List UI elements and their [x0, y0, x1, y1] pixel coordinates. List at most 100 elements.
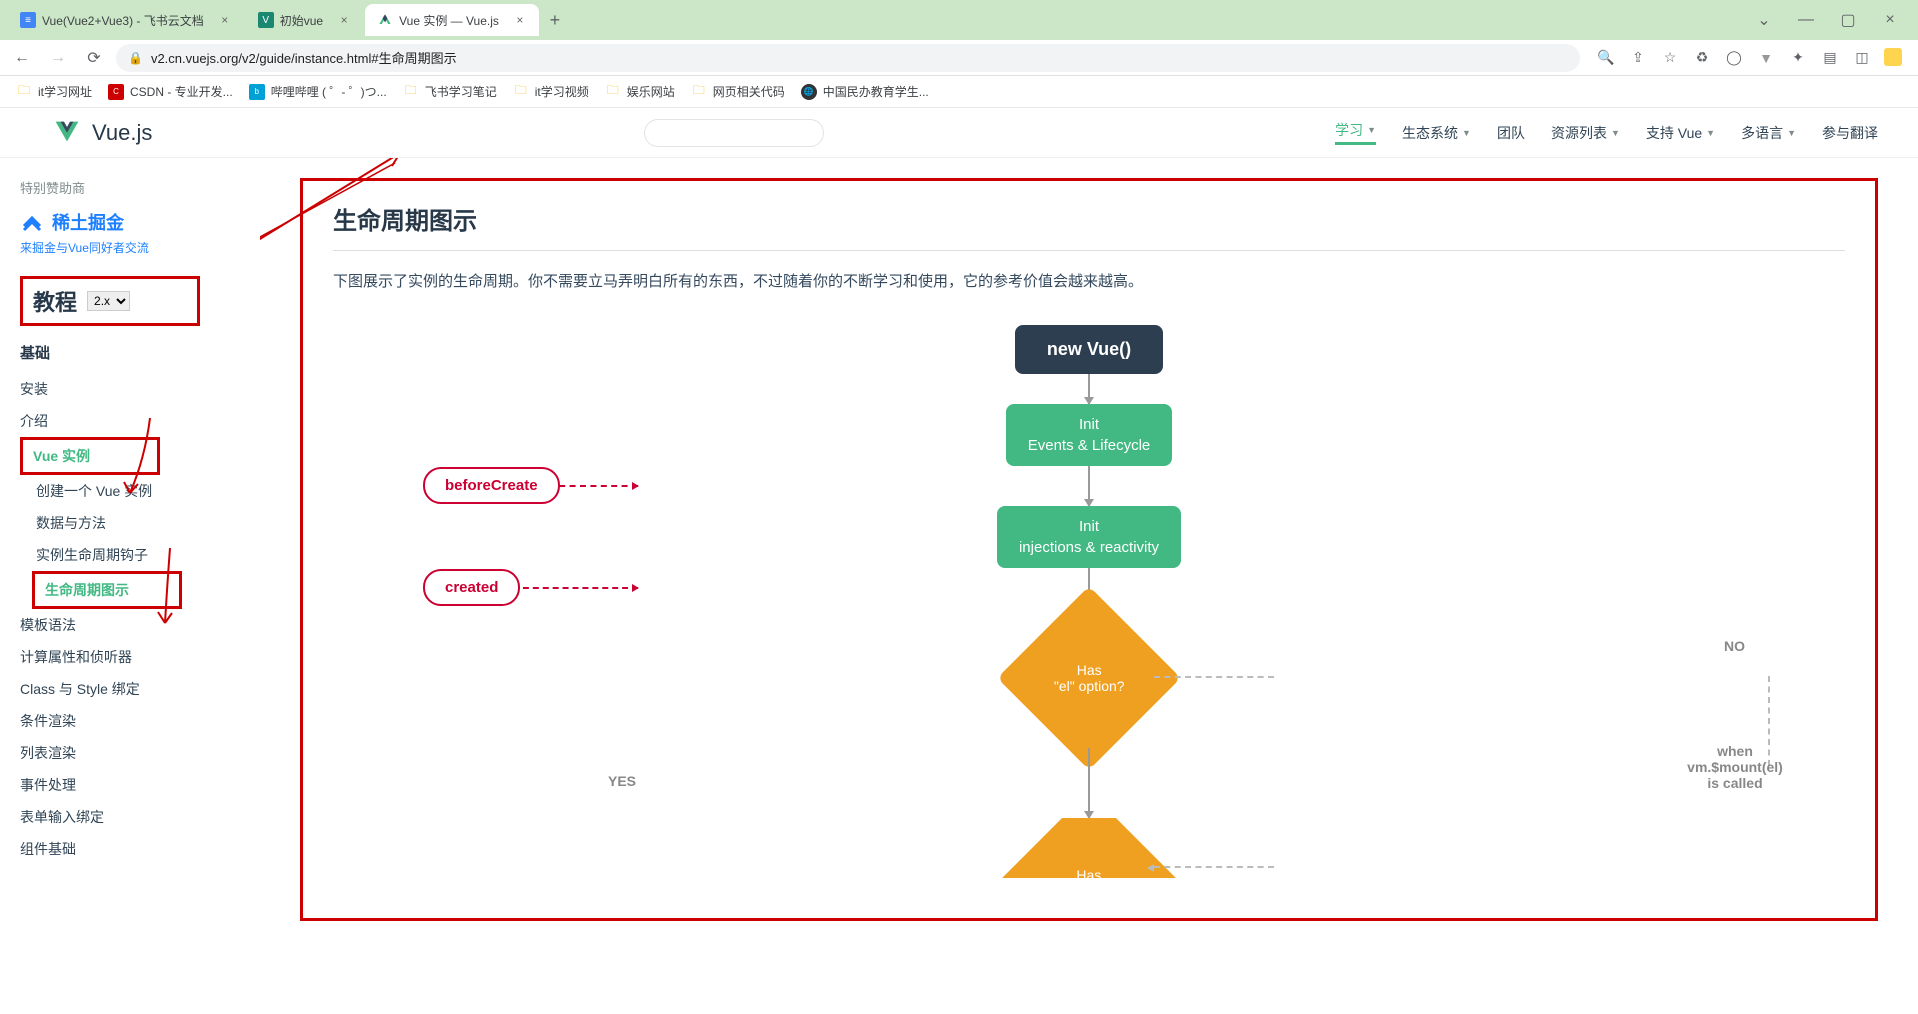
- sidebar-item-intro[interactable]: 介绍: [20, 405, 260, 437]
- sidebar-sub-create[interactable]: 创建一个 Vue 实例: [36, 475, 260, 507]
- diagram-text: when: [1717, 743, 1753, 759]
- bookmark-item[interactable]: b哔哩哔哩 ( ゜- ゜)つ...: [249, 83, 387, 100]
- minimize-icon[interactable]: —: [1794, 8, 1818, 32]
- site-logo[interactable]: Vue.js: [52, 118, 152, 148]
- url-text: v2.cn.vuejs.org/v2/guide/instance.html#生…: [151, 48, 457, 67]
- sponsor-name: 稀土掘金: [52, 209, 124, 235]
- diagram-text: "el" option?: [1054, 678, 1125, 694]
- diagram-node-new-vue: new Vue(): [1015, 325, 1163, 374]
- sidebar-item-conditional[interactable]: 条件渲染: [20, 705, 260, 737]
- diagram-text: vm.$mount(el): [1687, 759, 1783, 775]
- forward-button[interactable]: →: [44, 44, 72, 72]
- sidebar-subsection: 创建一个 Vue 实例 数据与方法 实例生命周期钩子: [20, 475, 260, 571]
- maximize-icon[interactable]: ▢: [1836, 8, 1860, 32]
- brand-text: Vue.js: [92, 120, 152, 146]
- close-icon[interactable]: ×: [337, 13, 351, 27]
- profile-icon[interactable]: [1884, 48, 1902, 66]
- diagram-text: injections & reactivity: [1019, 539, 1159, 556]
- sidebar-item-instance[interactable]: Vue 实例: [20, 437, 160, 475]
- version-select[interactable]: 2.x: [87, 291, 130, 311]
- sidepanel-icon[interactable]: ◫: [1852, 48, 1872, 68]
- nav-team[interactable]: 团队: [1497, 120, 1525, 145]
- close-icon[interactable]: ×: [1878, 8, 1902, 32]
- close-icon[interactable]: ×: [513, 13, 527, 27]
- bookmarks-bar: 🗀it学习网址 CCSDN - 专业开发... b哔哩哔哩 ( ゜- ゜)つ..…: [0, 76, 1918, 108]
- sponsor-sub[interactable]: 来掘金与Vue同好者交流: [20, 239, 260, 256]
- bookmark-label: 娱乐网站: [627, 83, 675, 100]
- window-controls: ⌄ — ▢ ×: [1752, 8, 1910, 32]
- nav-lang[interactable]: 多语言▼: [1741, 120, 1796, 145]
- intro-paragraph: 下图展示了实例的生命周期。你不需要立马弄明白所有的东西，不过随着你的不断学习和使…: [333, 269, 1845, 295]
- sidebar-sub-hooks[interactable]: 实例生命周期钩子: [36, 539, 260, 571]
- back-button[interactable]: ←: [8, 44, 36, 72]
- chevron-down-icon: ▼: [1706, 128, 1715, 138]
- reload-button[interactable]: ⟳: [80, 44, 108, 72]
- nav-resources[interactable]: 资源列表▼: [1551, 120, 1620, 145]
- section-title: 基础: [20, 342, 260, 363]
- reading-list-icon[interactable]: ▤: [1820, 48, 1840, 68]
- bookmark-item[interactable]: 🗀娱乐网站: [605, 83, 675, 100]
- bookmark-item[interactable]: 🗀it学习网址: [16, 83, 92, 100]
- sidebar-item-template[interactable]: 模板语法: [20, 609, 260, 641]
- sidebar-item-install[interactable]: 安装: [20, 373, 260, 405]
- nav-learn[interactable]: 学习▼: [1335, 120, 1376, 145]
- arrow-down-icon: [1088, 374, 1090, 404]
- chevron-down-icon[interactable]: ⌄: [1752, 8, 1776, 32]
- site-nav: 学习▼ 生态系统▼ 团队 资源列表▼ 支持 Vue ▼ 多语言▼ 参与翻译: [1335, 120, 1878, 145]
- nav-ecosystem[interactable]: 生态系统▼: [1402, 120, 1471, 145]
- tab-favicon-icon: [377, 12, 393, 28]
- vue-ext-icon[interactable]: ▼: [1756, 48, 1776, 68]
- sponsor-icon: [20, 210, 44, 234]
- search-input[interactable]: [644, 119, 824, 147]
- diagram-label-no: NO: [1724, 638, 1745, 654]
- bookmark-label: it学习视频: [535, 83, 589, 100]
- browser-tab[interactable]: V 初始vue ×: [246, 4, 363, 36]
- circle-icon[interactable]: ◯: [1724, 48, 1744, 68]
- diagram-text: Init: [1079, 416, 1099, 433]
- browser-tab-active[interactable]: Vue 实例 — Vue.js ×: [365, 4, 539, 36]
- chevron-down-icon: ▼: [1367, 125, 1376, 135]
- bookmark-item[interactable]: 🗀it学习视频: [513, 83, 589, 100]
- sidebar-item-components[interactable]: 组件基础: [20, 833, 260, 865]
- recycle-icon[interactable]: ♻: [1692, 48, 1712, 68]
- diagram-mount-text: when vm.$mount(el) is called: [1655, 743, 1815, 791]
- bookmark-item[interactable]: CCSDN - 专业开发...: [108, 83, 233, 100]
- site-icon: C: [108, 84, 124, 100]
- sidebar-sub-lifecycle[interactable]: 生命周期图示: [32, 571, 182, 609]
- diagram-hook-created: created: [423, 569, 520, 606]
- nav-label: 支持 Vue: [1646, 123, 1702, 143]
- sidebar-item-list[interactable]: 列表渲染: [20, 737, 260, 769]
- main-content[interactable]: 生命周期图示 下图展示了实例的生命周期。你不需要立马弄明白所有的东西，不过随着你…: [260, 108, 1918, 1014]
- page-title: 生命周期图示: [333, 201, 1845, 251]
- toolbar-icons: 🔍 ⇪ ☆ ♻ ◯ ▼ ✦ ▤ ◫: [1588, 48, 1910, 68]
- browser-tab[interactable]: ≡ Vue(Vue2+Vue3) - 飞书云文档 ×: [8, 4, 244, 36]
- diagram-text: Has: [1077, 662, 1102, 678]
- sidebar-item-computed[interactable]: 计算属性和侦听器: [20, 641, 260, 673]
- sidebar[interactable]: 特别赞助商 稀土掘金 来掘金与Vue同好者交流 教程 2.x 基础 安装 介绍 …: [0, 108, 260, 1014]
- sidebar-sub-data[interactable]: 数据与方法: [36, 507, 260, 539]
- diagram-text: Events & Lifecycle: [1028, 437, 1151, 454]
- zoom-icon[interactable]: 🔍: [1596, 48, 1616, 68]
- sidebar-item-class[interactable]: Class 与 Style 绑定: [20, 673, 260, 705]
- folder-icon: 🗀: [16, 84, 32, 100]
- tab-favicon-icon: ≡: [20, 12, 36, 28]
- sponsor-link[interactable]: 稀土掘金: [20, 209, 260, 235]
- new-tab-button[interactable]: +: [541, 6, 569, 34]
- star-icon[interactable]: ☆: [1660, 48, 1680, 68]
- extensions-icon[interactable]: ✦: [1788, 48, 1808, 68]
- nav-support[interactable]: 支持 Vue ▼: [1646, 120, 1715, 145]
- share-icon[interactable]: ⇪: [1628, 48, 1648, 68]
- bookmark-item[interactable]: 🗀网页相关代码: [691, 83, 785, 100]
- diagram-node-init-events: Init Events & Lifecycle: [1006, 404, 1173, 466]
- bookmark-item[interactable]: 🗀飞书学习笔记: [403, 83, 497, 100]
- sidebar-item-events[interactable]: 事件处理: [20, 769, 260, 801]
- page-body: 特别赞助商 稀土掘金 来掘金与Vue同好者交流 教程 2.x 基础 安装 介绍 …: [0, 108, 1918, 1014]
- diagram-hook-beforecreate: beforeCreate: [423, 467, 560, 504]
- nav-translate[interactable]: 参与翻译: [1822, 120, 1878, 145]
- address-bar[interactable]: 🔒 v2.cn.vuejs.org/v2/guide/instance.html…: [116, 44, 1580, 72]
- close-icon[interactable]: ×: [218, 13, 232, 27]
- bookmark-item[interactable]: 🌐中国民办教育学生...: [801, 83, 929, 100]
- sidebar-item-forms[interactable]: 表单输入绑定: [20, 801, 260, 833]
- browser-toolbar: ← → ⟳ 🔒 v2.cn.vuejs.org/v2/guide/instanc…: [0, 40, 1918, 76]
- diagram-text: Has: [1077, 867, 1102, 878]
